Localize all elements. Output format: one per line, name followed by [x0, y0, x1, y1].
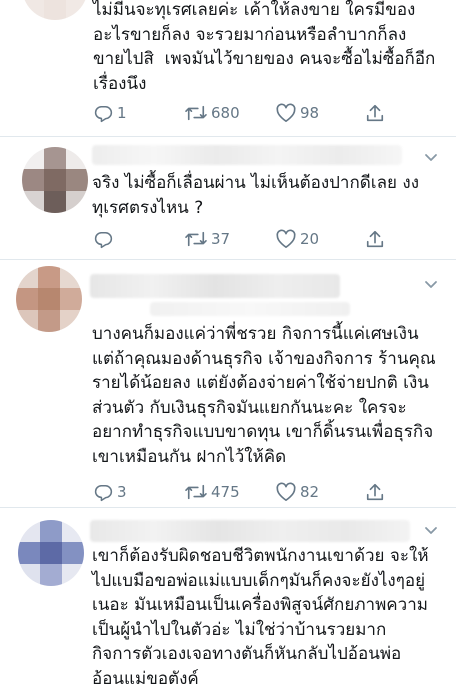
retweet-button[interactable]: 37 [184, 227, 230, 251]
retweet-icon [184, 482, 208, 502]
chevron-down-icon[interactable] [424, 526, 438, 536]
like-button[interactable]: 98 [275, 101, 319, 125]
share-button[interactable] [365, 227, 385, 251]
reply-button[interactable]: 3 [93, 480, 127, 504]
retweet-icon [184, 103, 208, 123]
avatar[interactable] [16, 266, 82, 332]
avatar[interactable] [18, 520, 84, 586]
heart-icon [275, 103, 297, 123]
tweet-2[interactable]: จริง ไม่ซื้อก็เลื่อนผ่าน ไม่เห็นต้องปากด… [0, 137, 456, 258]
tweet-4[interactable]: เขาก็ต้องรับผิดชอบชีวิตพนักงานเขาด้วย จะ… [0, 508, 456, 696]
share-icon [365, 229, 385, 249]
retweet-button[interactable]: 680 [184, 101, 240, 125]
avatar[interactable] [22, 0, 88, 20]
heart-icon [275, 482, 297, 502]
share-icon [365, 482, 385, 502]
like-button[interactable]: 20 [275, 227, 319, 251]
tweet-text: เขาก็ต้องรับผิดชอบชีวิตพนักงานเขาด้วย จะ… [92, 546, 429, 689]
tweet-text: ไม่มีนจะทุเรศเลยค่ะ เค้าให้ลงขาย ใครมีขอ… [93, 0, 436, 94]
author-name[interactable] [92, 145, 402, 165]
tweet-text: จริง ไม่ซื้อก็เลื่อนผ่าน ไม่เห็นต้องปากด… [92, 173, 419, 218]
share-button[interactable] [365, 101, 385, 125]
reply-count: 1 [117, 104, 127, 122]
retweet-count: 475 [211, 483, 240, 501]
tweet-actions: 3 475 82 [93, 480, 393, 504]
tweet-actions: 37 20 [93, 227, 393, 251]
share-button[interactable] [365, 480, 385, 504]
author-name[interactable] [90, 274, 340, 298]
like-button[interactable]: 82 [275, 480, 319, 504]
avatar[interactable] [22, 147, 88, 213]
tweet-1[interactable]: ไม่มีนจะทุเรศเลยค่ะ เค้าให้ลงขาย ใครมีขอ… [0, 0, 456, 134]
author-handle [150, 302, 350, 316]
tweet-3[interactable]: บางคนก็มองแค่ว่าพี่ชรวย กิจการนี้แค่เศษเ… [0, 260, 456, 506]
retweet-button[interactable]: 475 [184, 480, 240, 504]
author-name[interactable] [90, 520, 410, 542]
retweet-icon [184, 229, 208, 249]
reply-button[interactable]: 1 [93, 101, 127, 125]
share-icon [365, 103, 385, 123]
reply-count: 3 [117, 483, 127, 501]
reply-icon [93, 482, 114, 502]
reply-button[interactable] [93, 227, 117, 251]
chevron-down-icon[interactable] [424, 280, 438, 290]
reply-icon [93, 229, 114, 249]
retweet-count: 680 [211, 104, 240, 122]
like-count: 98 [300, 104, 320, 122]
chevron-down-icon[interactable] [424, 153, 438, 163]
tweet-text: บางคนก็มองแค่ว่าพี่ชรวย กิจการนี้แค่เศษเ… [92, 324, 436, 467]
reply-icon [93, 103, 114, 123]
like-count: 82 [300, 483, 320, 501]
heart-icon [275, 229, 297, 249]
retweet-count: 37 [211, 230, 231, 248]
like-count: 20 [300, 230, 320, 248]
tweet-actions: 1 680 98 [93, 101, 393, 125]
